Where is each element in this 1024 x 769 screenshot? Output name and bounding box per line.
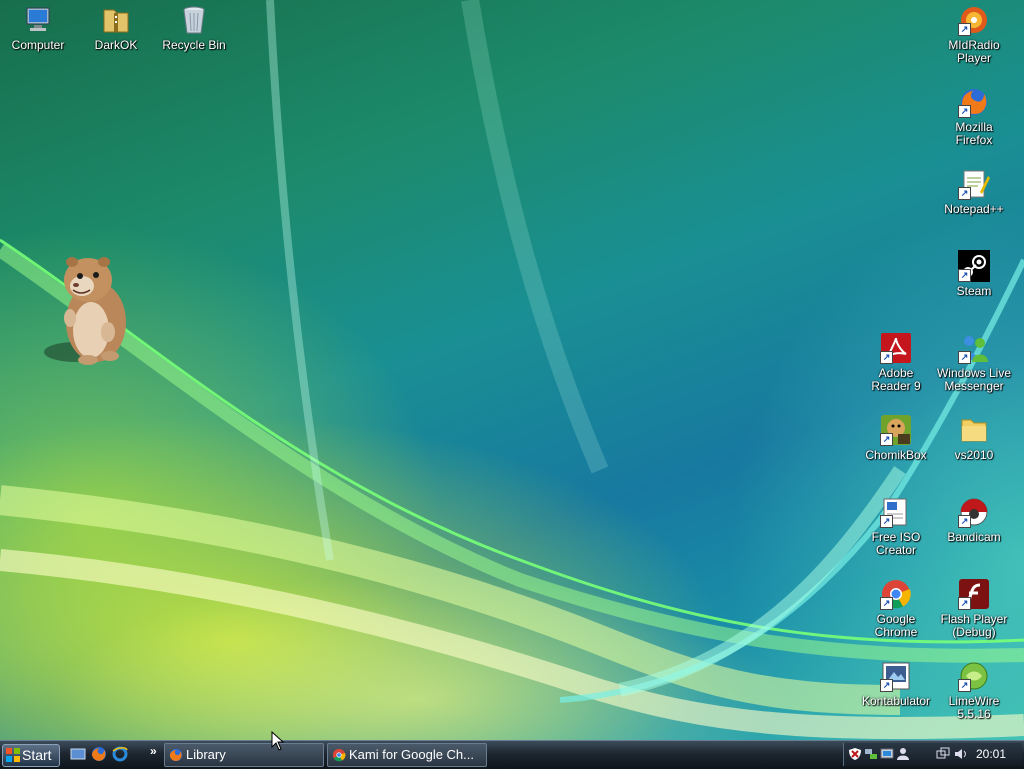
desktop-icon-kontabulator[interactable]: ↗ Kontabulator	[858, 660, 934, 708]
bandicam-icon: ↗	[958, 496, 990, 528]
task-label: Kami for Google Ch...	[349, 747, 474, 762]
icon-label: Recycle Bin	[162, 38, 226, 52]
chrome-icon	[332, 748, 346, 762]
steam-icon: ↗	[958, 250, 990, 282]
clock[interactable]: 20:01	[976, 747, 1006, 761]
desktop-icon-chomikbox[interactable]: ↗ ChomikBox	[858, 414, 934, 462]
archive-folder-icon	[100, 4, 132, 36]
icon-label: Free ISO Creator	[871, 530, 921, 557]
speaker-icon[interactable]	[954, 747, 968, 761]
icon-label: Kontabulator	[861, 694, 931, 708]
computer-icon	[22, 4, 54, 36]
adobe-reader-icon: ↗	[880, 332, 912, 364]
icon-label: Mozilla Firefox	[955, 120, 993, 147]
firefox-icon	[169, 748, 183, 762]
internet-explorer-icon[interactable]	[112, 746, 128, 762]
task-button-kami[interactable]: Kami for Google Ch...	[327, 743, 487, 767]
icon-label: Google Chrome	[874, 612, 918, 639]
taskbar: Start » Library Kami for Google Ch... 20…	[0, 740, 1024, 769]
task-label: Library	[186, 747, 226, 762]
start-button[interactable]: Start	[2, 744, 60, 767]
kontabulator-icon: ↗	[880, 660, 912, 692]
iso-creator-icon: ↗	[880, 496, 912, 528]
desktop-icon-messenger[interactable]: ↗ Windows Live Messenger	[936, 332, 1012, 393]
icon-label: DarkOK	[94, 38, 138, 52]
icon-label: Adobe Reader 9	[871, 366, 921, 393]
windows-logo-icon	[6, 748, 20, 762]
start-label: Start	[22, 747, 52, 763]
firefox-icon[interactable]	[91, 746, 107, 762]
user-icon[interactable]	[896, 747, 910, 761]
desktop-icon-recycle-bin[interactable]: Recycle Bin	[156, 4, 232, 52]
desktop-icon-free-iso-creator[interactable]: ↗ Free ISO Creator	[858, 496, 934, 557]
recycle-bin-icon	[178, 4, 210, 36]
desktop-icon-limewire[interactable]: ↗ LimeWire 5.5.16	[936, 660, 1012, 721]
icon-label: vs2010	[954, 448, 994, 462]
display-switch-icon[interactable]	[936, 747, 950, 761]
notepadpp-icon: ↗	[958, 168, 990, 200]
icon-label: MIdRadio Player	[948, 38, 1000, 65]
desktop-icon-adobe-reader[interactable]: ↗ Adobe Reader 9	[858, 332, 934, 393]
flash-icon: ↗	[958, 578, 990, 610]
messenger-icon: ↗	[958, 332, 990, 364]
firefox-icon: ↗	[958, 86, 990, 118]
show-desktop-icon[interactable]	[70, 746, 86, 762]
limewire-icon: ↗	[958, 660, 990, 692]
icon-label: LimeWire 5.5.16	[948, 694, 1000, 721]
hamster-image	[44, 257, 126, 365]
desktop-icon-steam[interactable]: ↗ Steam	[936, 250, 1012, 298]
desktop-icon-notepadpp[interactable]: ↗ Notepad++	[936, 168, 1012, 216]
shield-icon[interactable]	[848, 747, 862, 761]
folder-icon	[958, 414, 990, 446]
desktop-icon-flash[interactable]: ↗ Flash Player (Debug)	[936, 578, 1012, 639]
icon-label: ChomikBox	[865, 448, 927, 462]
icon-label: Steam	[956, 284, 992, 298]
desktop-icon-vs2010[interactable]: vs2010	[936, 414, 1012, 462]
desktop-icon-firefox[interactable]: ↗ Mozilla Firefox	[936, 86, 1012, 147]
quick-launch-more-button[interactable]: »	[150, 744, 157, 758]
chrome-icon: ↗	[880, 578, 912, 610]
monitor-icon[interactable]	[880, 747, 894, 761]
desktop-icon-midradio[interactable]: ↗ MIdRadio Player	[936, 4, 1012, 65]
mouse-cursor-icon	[271, 731, 285, 751]
desktop[interactable]: Computer DarkOK Recycle Bin ↗ MIdRadio P…	[0, 0, 1024, 740]
icon-label: Notepad++	[944, 202, 1004, 216]
midradio-icon: ↗	[958, 4, 990, 36]
desktop-icon-computer[interactable]: Computer	[0, 4, 76, 52]
icon-label: Computer	[11, 38, 65, 52]
system-tray: 20:01	[843, 743, 1022, 766]
task-button-library[interactable]: Library	[164, 743, 324, 767]
chomikbox-icon: ↗	[880, 414, 912, 446]
desktop-icon-google-chrome[interactable]: ↗ Google Chrome	[858, 578, 934, 639]
desktop-icon-bandicam[interactable]: ↗ Bandicam	[936, 496, 1012, 544]
icon-label: Bandicam	[947, 530, 1001, 544]
network-icon[interactable]	[864, 747, 878, 761]
desktop-icon-darkok[interactable]: DarkOK	[78, 4, 154, 52]
icon-label: Windows Live Messenger	[936, 366, 1012, 393]
icon-label: Flash Player (Debug)	[940, 612, 1008, 639]
